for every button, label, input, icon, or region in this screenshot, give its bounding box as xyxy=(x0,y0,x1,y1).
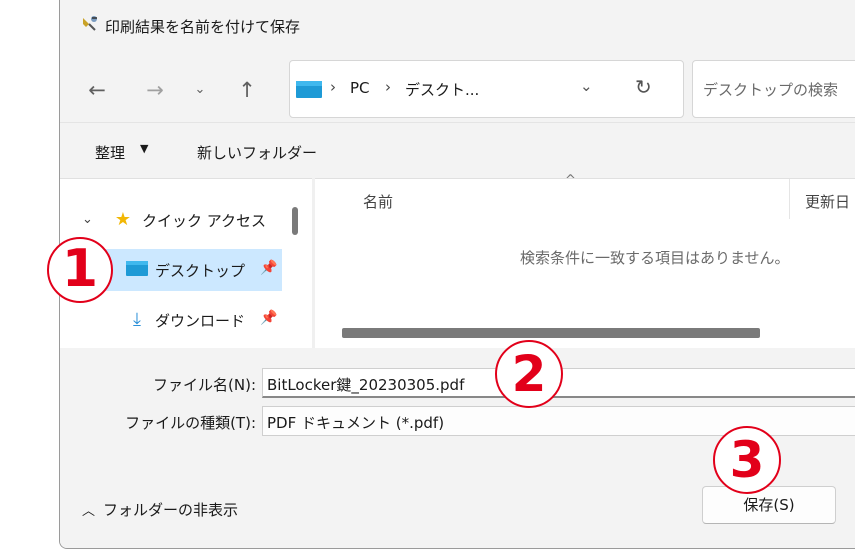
filetype-value: PDF ドキュメント (*.pdf) xyxy=(267,414,445,432)
chevron-up-icon: ︿ xyxy=(82,504,96,519)
breadcrumb-separator: › xyxy=(330,78,336,96)
desktop-folder-icon xyxy=(126,261,148,279)
scrollbar-thumb[interactable] xyxy=(292,207,298,235)
nav-item-label: クイック アクセス xyxy=(142,212,267,230)
save-button[interactable]: 保存(S) xyxy=(702,486,836,524)
filetype-label: ファイルの種類(T): xyxy=(125,414,256,432)
download-icon: ⤓ xyxy=(133,309,141,330)
search-box[interactable]: デスクトップの検索 xyxy=(692,60,855,118)
horizontal-scrollbar-thumb[interactable] xyxy=(342,328,760,338)
arrow-up-icon[interactable]: ↑ xyxy=(232,76,262,104)
command-bar: 整理 ▼ 新しいフォルダー xyxy=(60,122,855,178)
column-header-modified[interactable]: 更新日 xyxy=(805,191,850,212)
window-title: 印刷結果を名前を付けて保存 xyxy=(105,18,301,36)
annotation-marker-3: 3 xyxy=(713,426,781,494)
hide-folders-toggle[interactable]: ︿ フォルダーの非表示 xyxy=(82,499,238,520)
filename-label: ファイル名(N): xyxy=(153,376,256,394)
desktop-folder-icon xyxy=(296,81,324,99)
chevron-down-icon[interactable]: ⌄ xyxy=(82,212,93,227)
breadcrumb-desktop[interactable]: デスクト... xyxy=(405,79,479,100)
pin-icon[interactable]: 📌 xyxy=(260,310,277,326)
breadcrumb-separator: › xyxy=(385,78,391,96)
annotation-marker-2: 2 xyxy=(495,340,563,408)
refresh-icon[interactable]: ↻ xyxy=(635,75,652,99)
sort-ascending-icon: ^ xyxy=(565,173,576,188)
arrow-left-icon[interactable]: ← xyxy=(82,76,112,104)
new-folder-button[interactable]: 新しいフォルダー xyxy=(197,142,317,163)
search-placeholder: デスクトップの検索 xyxy=(703,81,839,99)
printer-save-icon xyxy=(80,14,100,34)
annotation-marker-1: 1 xyxy=(47,237,113,303)
nav-scrollbar[interactable] xyxy=(288,179,302,349)
file-list: ^ 名前 更新日 検索条件に一致する項目はありません。 xyxy=(315,173,855,348)
nav-item-label: ダウンロード xyxy=(155,312,246,330)
empty-message: 検索条件に一致する項目はありません。 xyxy=(520,249,790,267)
star-icon: ★ xyxy=(114,209,132,230)
title-bar: 印刷結果を名前を付けて保存 xyxy=(60,0,855,56)
caret-down-icon[interactable]: ▼ xyxy=(140,142,148,155)
address-dropdown-icon[interactable]: ⌄ xyxy=(580,77,593,95)
chevron-down-icon[interactable]: ⌄ xyxy=(185,76,215,104)
nav-item-downloads[interactable]: ⤓ ダウンロード 📌 xyxy=(60,299,282,341)
organize-button[interactable]: 整理 xyxy=(95,142,125,163)
arrow-right-icon[interactable]: → xyxy=(140,76,170,104)
pin-icon[interactable]: 📌 xyxy=(260,260,277,276)
navigation-bar: ← → ⌄ ↑ › PC › デスクト... ⌄ ↻ デスクトップの検索 xyxy=(60,56,855,122)
hide-folders-label: フォルダーの非表示 xyxy=(103,501,239,519)
breadcrumb-pc[interactable]: PC xyxy=(350,79,370,97)
column-header-name[interactable]: 名前 xyxy=(363,191,393,212)
filename-value: BitLocker鍵_20230305.pdf xyxy=(267,376,465,394)
column-divider[interactable] xyxy=(789,179,790,219)
nav-item-quick-access[interactable]: ⌄ ★ クイック アクセス xyxy=(60,199,282,241)
nav-item-label: デスクトップ xyxy=(155,262,246,280)
address-bar[interactable]: › PC › デスクト... ⌄ ↻ xyxy=(289,60,684,118)
